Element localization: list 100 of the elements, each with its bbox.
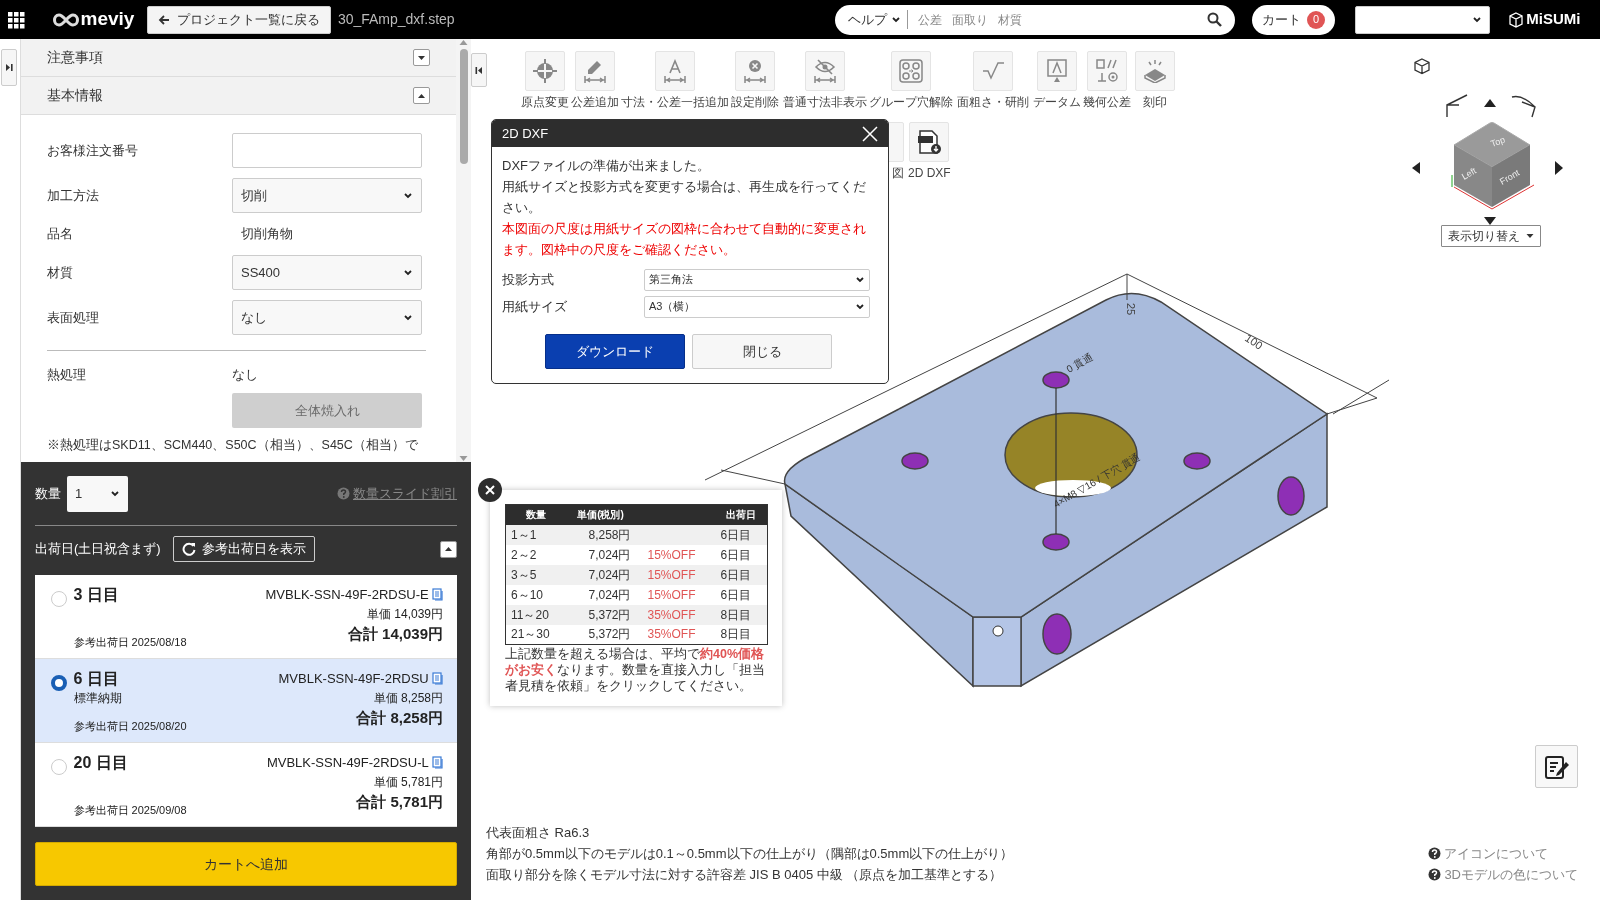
field-label: 加工方法: [47, 186, 100, 205]
section-toggle-button[interactable]: [413, 87, 430, 104]
hidden-eye-icon: [813, 59, 837, 83]
hole-group-icon: [899, 59, 923, 83]
hole-drawing: [1042, 371, 1070, 389]
toolbar-label: 図: [892, 165, 904, 182]
logo-text: meviy: [80, 7, 135, 32]
reference-ship-date: 参考出荷日 2025/08/18: [73, 634, 187, 650]
popup-close-button[interactable]: [478, 478, 502, 502]
rotate-left-arrow-icon[interactable]: [1446, 94, 1468, 118]
caret-icon: [890, 15, 901, 24]
unit-price: 単価 8,258円: [373, 689, 443, 707]
add-to-cart-button[interactable]: カートへ追加: [35, 842, 457, 886]
ship-list-toggle-button[interactable]: [440, 540, 457, 558]
toolbar-label: 幾何公差: [1083, 94, 1131, 111]
download-button[interactable]: ダウンロード: [545, 334, 685, 369]
total-price: 合計 14,039円: [347, 623, 443, 644]
caret-icon: [403, 191, 413, 200]
search-field[interactable]: ヘルプ 公差 面取り 材質: [835, 4, 1236, 35]
help-icon: [337, 487, 350, 500]
discount-text: 35%OFF: [647, 607, 696, 622]
section-header[interactable]: 注意事項: [21, 39, 456, 77]
table-cell: 21～30: [505, 624, 566, 645]
field-label: 材質: [47, 263, 74, 282]
collapse-right-icon: [5, 63, 13, 72]
left-arrow-icon[interactable]: [1412, 162, 1420, 174]
pencil-dimension-icon: [583, 59, 607, 83]
discount-text: 15%OFF: [647, 587, 696, 602]
total-price: 合計 5,781円: [356, 791, 443, 812]
order-number-field[interactable]: [232, 133, 422, 168]
left-arrow-icon: [158, 13, 171, 26]
radio-button[interactable]: [51, 675, 67, 691]
ship-option-row[interactable]: 20 日目 参考出荷日 2025/09/08 MVBLK-SSN-49F-2RDSU-L 単価 5,781円 合計 5,781円: [35, 743, 457, 827]
panel-collapse-button[interactable]: [1, 49, 17, 86]
section-header[interactable]: 基本情報: [21, 77, 456, 115]
account-dropdown[interactable]: [1354, 5, 1490, 34]
scroll-down-arrow-icon: [459, 455, 468, 462]
search-suggestion[interactable]: 材質: [998, 10, 1023, 29]
table-cell: 2～2: [505, 544, 566, 565]
help-link[interactable]: アイコンについて: [1444, 843, 1549, 864]
discount-text: 15%OFF: [647, 547, 696, 562]
reference-ship-date: 参考出荷日 2025/08/20: [73, 718, 187, 734]
toolbar-collapse-button[interactable]: [471, 53, 487, 87]
down-arrow-icon[interactable]: [1484, 217, 1496, 225]
part-number: MVBLK-SSN-49F-2RDSU-E: [265, 586, 429, 604]
help-link[interactable]: 3Dモデルの色について: [1444, 864, 1578, 885]
cart-button[interactable]: カート 0: [1251, 4, 1336, 35]
view-switch-button[interactable]: 表示切り替え: [1440, 225, 1542, 247]
field-label: 熱処理: [47, 366, 87, 385]
table-cell: 7,024円: [565, 584, 636, 605]
toolbar-label: 2D DXF: [908, 165, 951, 182]
field-value: なし: [232, 366, 258, 385]
hole-drawing: [1042, 533, 1070, 551]
heat-treatment-note: ※熱処理はSKD11、SCM440、S50C（相当）、S45C（相当）で: [47, 437, 419, 454]
dialog-select[interactable]: 第三角法: [644, 268, 870, 291]
ship-option-row[interactable]: 3 日目 参考出荷日 2025/08/18 MVBLK-SSN-49F-2RDSU-E 単価 14,039円 合計 14,039円: [35, 575, 457, 659]
search-category-dropdown[interactable]: ヘルプ: [848, 9, 909, 30]
footer-note: 角部が0.5mm以下のモデルは0.1～0.5mm以下の仕上がり（隅部は0.5mm以下の仕上がり）: [486, 845, 1014, 863]
search-suggestion[interactable]: 面取り: [952, 10, 989, 29]
field-value: 切削角物: [240, 225, 293, 244]
select-field[interactable]: SS400: [232, 255, 422, 290]
caret-up-icon: [444, 546, 453, 552]
scrollbar-thumb[interactable]: [459, 49, 468, 164]
notes-button[interactable]: [1535, 745, 1578, 788]
scroll-up-arrow-icon: [459, 39, 468, 46]
home-cube-icon[interactable]: [1414, 58, 1430, 75]
select-field[interactable]: 切削: [232, 178, 422, 213]
help-icon: [1428, 847, 1442, 860]
cart-count-badge: 0: [1307, 10, 1326, 29]
show-reference-date-button[interactable]: 参考出荷日を表示: [172, 536, 316, 562]
view-cube-drawing[interactable]: Top Left Front: [1451, 122, 1535, 210]
toolbar-label: 設定削除: [731, 94, 779, 111]
ship-option-row[interactable]: 6 日目 標準納期 参考出荷日 2025/08/20 MVBLK-SSN-49F-2RDSU 単価 8,258円 合計 8,258円: [35, 659, 457, 743]
hole-callout-label: 0 貫通: [1064, 351, 1095, 375]
dialog-close-button[interactable]: [862, 125, 878, 142]
right-arrow-icon[interactable]: [1555, 161, 1563, 175]
toolbar-button[interactable]: [909, 122, 950, 162]
close-button[interactable]: 閉じる: [692, 334, 832, 369]
up-arrow-icon[interactable]: [1484, 99, 1496, 107]
hole-drawing: [1183, 452, 1211, 470]
volume-discount-link[interactable]: 数量スライド割引: [353, 483, 457, 504]
search-suggestion[interactable]: 公差: [918, 10, 943, 29]
ship-days: 20 日目: [73, 753, 187, 773]
toolbar-label: 寸法・公差一括追加: [621, 94, 729, 111]
infinity-logo-icon: [50, 11, 81, 28]
hole-drawing: [901, 452, 929, 470]
cube-face-label: Top: [1489, 134, 1507, 149]
select-field[interactable]: なし: [232, 300, 422, 335]
caret-icon: [855, 275, 865, 284]
toolbar-label: 面粗さ・研削: [957, 94, 1029, 111]
back-to-projects-button[interactable]: プロジェクト一覧に戻る: [147, 5, 331, 34]
toolbar-label: データム: [1033, 94, 1081, 111]
section-toggle-button[interactable]: [413, 49, 430, 66]
rotate-right-arrow-icon[interactable]: [1511, 95, 1536, 118]
dialog-select[interactable]: A3（横）: [644, 295, 870, 318]
field-label: 表面処理: [47, 308, 100, 327]
copy-document-icon: [432, 588, 443, 602]
part-number: MVBLK-SSN-49F-2RDSU-L: [266, 754, 429, 772]
section-title: 基本情報: [47, 86, 103, 105]
quantity-select[interactable]: 1: [67, 475, 128, 512]
